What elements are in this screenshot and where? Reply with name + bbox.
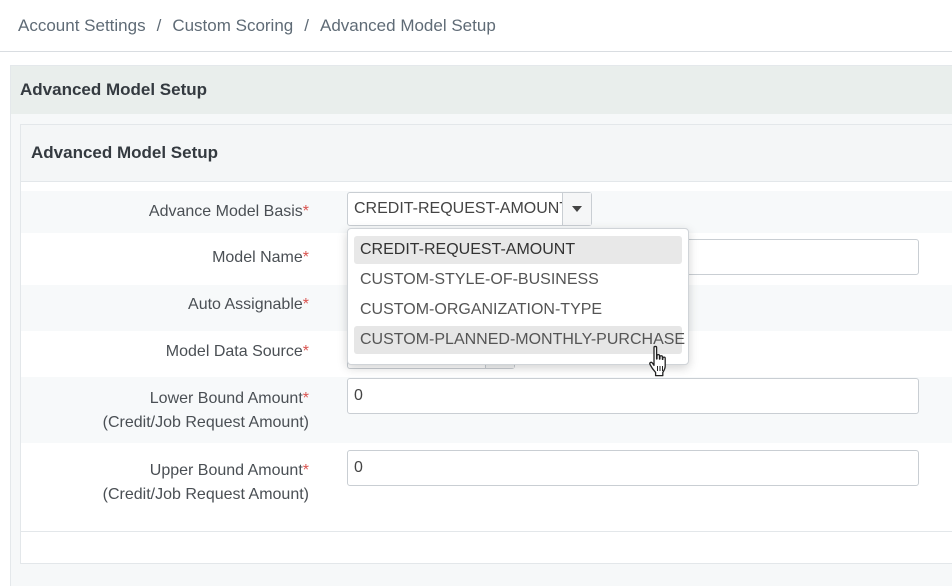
- breadcrumb-separator: /: [304, 15, 309, 35]
- lower-bound-input[interactable]: 0: [347, 378, 919, 414]
- dropdown-option-custom-planned-monthly-purchase[interactable]: CUSTOM-PLANNED-MONTHLY-PURCHASE: [354, 326, 685, 354]
- breadcrumb-custom-scoring[interactable]: Custom Scoring: [172, 16, 293, 36]
- form-row-advance-model-basis: Advance Model Basis* CREDIT-REQUEST-AMOU…: [21, 191, 952, 233]
- advance-model-basis-dropdown: CREDIT-REQUEST-AMOUNT CUSTOM-STYLE-OF-BU…: [347, 228, 689, 365]
- lower-bound-label: Lower Bound Amount* (Credit/Job Request …: [103, 387, 309, 435]
- required-marker: *: [302, 462, 309, 479]
- dropdown-option-custom-organization-type[interactable]: CUSTOM-ORGANIZATION-TYPE: [354, 296, 682, 324]
- breadcrumb: Account Settings / Custom Scoring / Adva…: [0, 0, 952, 52]
- outer-panel-title: Advanced Model Setup: [11, 66, 952, 114]
- dropdown-option-custom-style-of-business[interactable]: CUSTOM-STYLE-OF-BUSINESS: [354, 266, 682, 294]
- upper-bound-sublabel: (Credit/Job Request Amount): [102, 486, 309, 503]
- auto-assignable-label: Auto Assignable*: [188, 296, 309, 313]
- hand-pointer-icon: [649, 345, 666, 377]
- advance-model-basis-label: Advance Model Basis*: [148, 203, 309, 220]
- inner-panel-title: Advanced Model Setup: [21, 125, 952, 182]
- required-marker: *: [302, 343, 309, 360]
- advance-model-basis-select[interactable]: CREDIT-REQUEST-AMOUNT: [347, 192, 592, 226]
- model-name-label: Model Name*: [212, 249, 309, 266]
- model-data-source-label: Model Data Source*: [165, 343, 309, 360]
- breadcrumb-account-settings[interactable]: Account Settings: [18, 16, 146, 36]
- advance-model-basis-value: CREDIT-REQUEST-AMOUNT: [354, 200, 562, 217]
- panel-footer-divider: [21, 531, 952, 532]
- form-row-lower-bound: Lower Bound Amount* (Credit/Job Request …: [21, 377, 952, 443]
- required-marker: *: [302, 390, 309, 407]
- required-marker: *: [302, 296, 309, 313]
- lower-bound-sublabel: (Credit/Job Request Amount): [102, 414, 309, 431]
- required-marker: *: [302, 249, 309, 266]
- caret-down-icon[interactable]: [562, 193, 591, 225]
- required-marker: *: [302, 203, 309, 220]
- upper-bound-label: Upper Bound Amount* (Credit/Job Request …: [103, 459, 309, 507]
- breadcrumb-current-page: Advanced Model Setup: [319, 15, 496, 35]
- breadcrumb-separator: /: [156, 15, 162, 35]
- dropdown-option-credit-request-amount[interactable]: CREDIT-REQUEST-AMOUNT: [354, 236, 682, 264]
- upper-bound-input[interactable]: 0: [347, 450, 919, 486]
- form-row-upper-bound: Upper Bound Amount* (Credit/Job Request …: [21, 443, 952, 513]
